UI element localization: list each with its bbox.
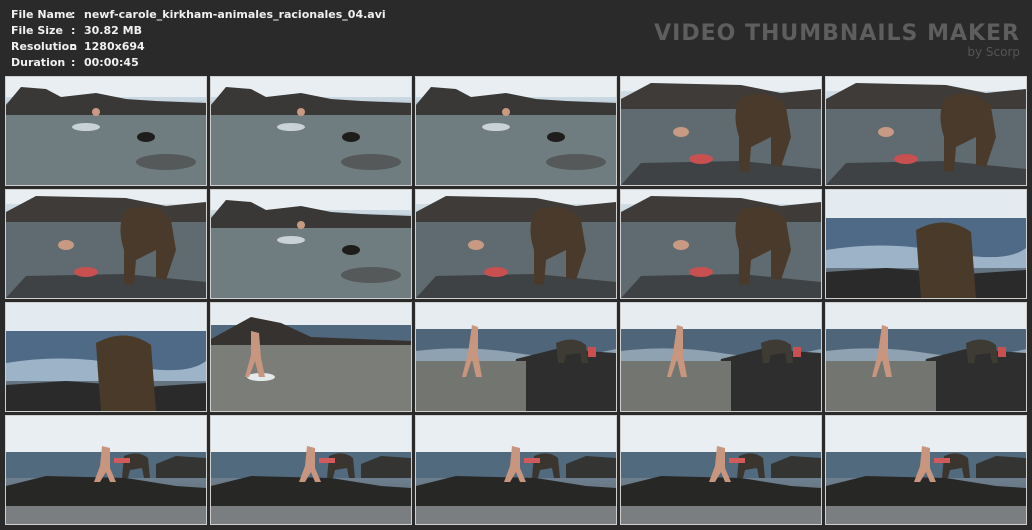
thumbnail-frame (826, 190, 1026, 298)
video-thumbnail (620, 189, 822, 299)
brand-logo: VIDEO THUMBNAILS MAKER by Scorp (654, 21, 1020, 59)
video-thumbnail (620, 76, 822, 186)
thumbnail-frame (416, 416, 616, 524)
duration-label: Duration (11, 56, 66, 69)
video-thumbnail (5, 415, 207, 525)
thumbnail-frame (6, 190, 206, 298)
duration-row: Duration : 00:00:45 (11, 55, 386, 71)
thumbnail-frame (621, 303, 821, 411)
video-thumbnail (415, 302, 617, 412)
brand-subtitle: by Scorp (967, 45, 1020, 59)
thumbnail-frame (211, 303, 411, 411)
separator: : (71, 40, 76, 53)
video-thumbnail (620, 302, 822, 412)
separator: : (71, 24, 76, 37)
video-thumbnail (415, 415, 617, 525)
video-thumbnail (210, 415, 412, 525)
thumbnail-frame (6, 77, 206, 185)
duration-value: 00:00:45 (84, 56, 139, 69)
video-thumbnail (210, 189, 412, 299)
file-name-row: File Name : newf-carole_kirkham-animales… (11, 7, 386, 23)
video-thumbnail (825, 189, 1027, 299)
file-size-label: File Size (11, 24, 63, 37)
file-size-value: 30.82 MB (84, 24, 142, 37)
brand-title: VIDEO THUMBNAILS MAKER (654, 21, 1020, 46)
video-thumbnail (5, 189, 207, 299)
thumbnail-frame (6, 416, 206, 524)
video-thumbnail (415, 189, 617, 299)
thumbnail-frame (211, 190, 411, 298)
thumbnail-frame (621, 416, 821, 524)
thumbnail-frame (621, 77, 821, 185)
resolution-row: Resolution : 1280x694 (11, 39, 386, 55)
thumbnail-frame (826, 416, 1026, 524)
thumbnail-frame (6, 303, 206, 411)
thumbnail-frame (416, 190, 616, 298)
thumbnail-frame (211, 416, 411, 524)
header: File Name : newf-carole_kirkham-animales… (0, 0, 1032, 74)
file-name-value: newf-carole_kirkham-animales_racionales_… (84, 8, 386, 21)
video-thumbnail (5, 302, 207, 412)
thumbnail-frame (211, 77, 411, 185)
video-thumbnail (825, 302, 1027, 412)
file-size-row: File Size : 30.82 MB (11, 23, 386, 39)
video-thumbnail (825, 415, 1027, 525)
video-thumbnail (415, 76, 617, 186)
video-thumbnail (620, 415, 822, 525)
resolution-value: 1280x694 (84, 40, 145, 53)
thumbnail-grid (5, 76, 1027, 525)
video-thumbnail (825, 76, 1027, 186)
separator: : (71, 8, 76, 21)
file-info: File Name : newf-carole_kirkham-animales… (11, 7, 386, 71)
thumbnail-frame (826, 77, 1026, 185)
video-thumbnail (5, 76, 207, 186)
resolution-label: Resolution (11, 40, 78, 53)
thumbnail-frame (416, 303, 616, 411)
thumbnail-frame (621, 190, 821, 298)
thumbnail-frame (416, 77, 616, 185)
video-thumbnail (210, 76, 412, 186)
video-thumbnail (210, 302, 412, 412)
file-name-label: File Name (11, 8, 73, 21)
thumbnail-frame (826, 303, 1026, 411)
separator: : (71, 56, 76, 69)
